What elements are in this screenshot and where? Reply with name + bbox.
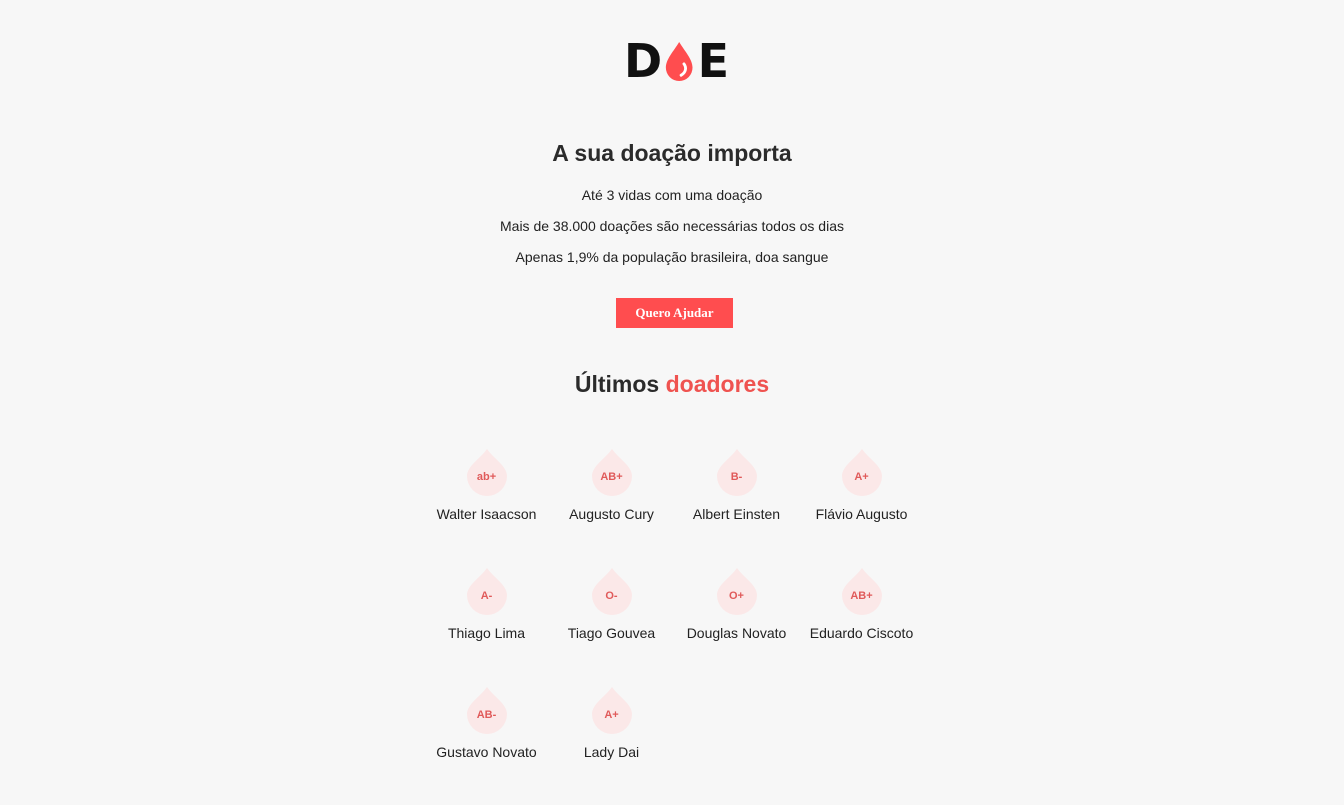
donor-name: Thiago Lima <box>447 625 526 641</box>
donor-name: Augusto Cury <box>569 506 654 522</box>
blood-drop-icon: B- <box>716 448 757 496</box>
hero-fact: Mais de 38.000 doações são necessárias t… <box>500 218 844 234</box>
blood-drop-icon: AB+ <box>591 448 632 496</box>
blood-drop-icon: A+ <box>591 686 632 734</box>
blood-drop-icon: A- <box>466 567 507 615</box>
blood-type-label: O+ <box>729 590 744 602</box>
blood-drop-icon: A+ <box>841 448 882 496</box>
donor-card: AB+ Augusto Cury <box>549 448 674 567</box>
logo[interactable]: D E <box>624 34 729 88</box>
donors-title-accent: doadores <box>665 371 770 397</box>
donor-name: Douglas Novato <box>686 625 787 641</box>
donor-name: Albert Einsten <box>692 506 781 522</box>
donor-card: A+ Lady Dai <box>549 686 674 805</box>
logo-letter-d: D <box>624 34 662 88</box>
blood-type-label: AB+ <box>850 590 873 602</box>
donor-name: Gustavo Novato <box>436 744 537 760</box>
donor-name: Lady Dai <box>583 744 640 760</box>
blood-drop-icon: O+ <box>716 567 757 615</box>
quero-ajudar-button[interactable]: Quero Ajudar <box>616 298 733 328</box>
blood-type-label: O- <box>605 590 618 602</box>
donor-name: Flávio Augusto <box>815 506 908 522</box>
donor-card: AB- Gustavo Novato <box>424 686 549 805</box>
donor-card: AB+ Eduardo Ciscoto <box>799 567 924 686</box>
donor-card: B- Albert Einsten <box>674 448 799 567</box>
donors-grid: ab+ Walter Isaacson AB+ Augusto Cury B- … <box>424 448 924 805</box>
blood-drop-icon: AB+ <box>841 567 882 615</box>
donor-card: O+ Douglas Novato <box>674 567 799 686</box>
blood-drop-icon: O- <box>591 567 632 615</box>
hero-title: A sua doação importa <box>552 140 792 166</box>
donor-card: A- Thiago Lima <box>424 567 549 686</box>
blood-type-label: A+ <box>854 471 869 483</box>
hero-fact: Até 3 vidas com uma doação <box>581 187 763 203</box>
donor-card: ab+ Walter Isaacson <box>424 448 549 567</box>
blood-type-label: A- <box>480 590 493 602</box>
donor-card: O- Tiago Gouvea <box>549 567 674 686</box>
blood-drop-icon: ab+ <box>466 448 507 496</box>
blood-type-label: A+ <box>604 709 619 721</box>
donor-card: A+ Flávio Augusto <box>799 448 924 567</box>
hero-fact: Apenas 1,9% da população brasileira, doa… <box>515 249 829 265</box>
blood-drop-logo-icon <box>666 41 693 81</box>
blood-drop-icon: AB- <box>466 686 507 734</box>
donor-name: Tiago Gouvea <box>567 625 656 641</box>
blood-type-label: AB- <box>476 709 497 721</box>
donors-title-prefix: Últimos <box>574 371 660 397</box>
donor-name: Eduardo Ciscoto <box>809 625 914 641</box>
blood-type-label: AB+ <box>600 471 623 483</box>
blood-type-label: B- <box>730 471 743 483</box>
donors-section-title: Últimos doadores <box>0 371 1344 398</box>
donor-name: Walter Isaacson <box>436 506 537 522</box>
page: D E A sua doação importa Até 3 vidas com… <box>0 0 1344 770</box>
logo-letter-e: E <box>697 34 729 88</box>
hero-facts: Até 3 vidas com uma doação Mais de 38.00… <box>0 187 1344 280</box>
blood-type-label: ab+ <box>476 471 497 483</box>
